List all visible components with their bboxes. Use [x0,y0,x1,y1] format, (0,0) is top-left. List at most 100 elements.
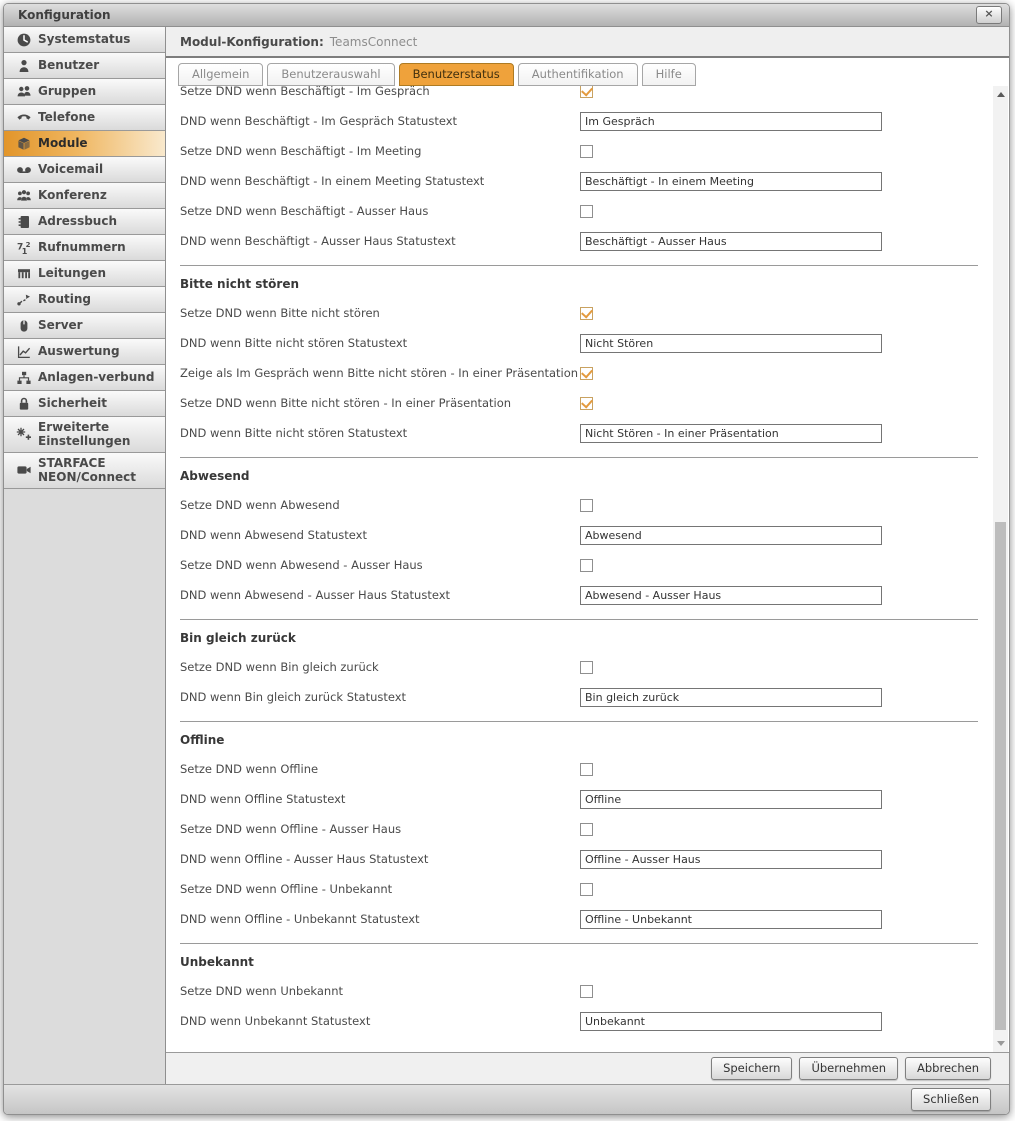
tab-bar: AllgemeinBenutzerauswahlBenutzerstatusAu… [166,58,1009,86]
chart-icon [10,344,38,360]
form-row: Setze DND wenn Abwesend - Ausser Haus [180,550,992,580]
form-row: DND wenn Abwesend - Ausser Haus Statuste… [180,580,992,610]
conference-icon [10,188,38,204]
sidebar-item-gruppen[interactable]: Gruppen [4,79,165,105]
text-input[interactable] [580,910,882,929]
cube-icon [10,136,38,152]
user-icon [10,58,38,74]
form-row: Setze DND wenn Bitte nicht stören - In e… [180,388,992,418]
checkbox[interactable] [580,763,593,776]
sidebar-item-sicherheit[interactable]: Sicherheit [4,391,165,417]
close-window-button[interactable]: Schließen [911,1088,991,1111]
window-bottom-bar: Schließen [4,1084,1009,1114]
text-input[interactable] [580,586,882,605]
form-row: Setze DND wenn Unbekannt [180,976,992,1006]
tab-authentifikation[interactable]: Authentifikation [518,63,638,86]
sidebar-item-starface-neon-connect[interactable]: STARFACE NEON/Connect [4,453,165,489]
sidebar-item-telefone[interactable]: Telefone [4,105,165,131]
sidebar-item-server[interactable]: Server [4,313,165,339]
section-divider [180,721,978,722]
checkbox[interactable] [580,367,593,380]
sidebar-item-rufnummern[interactable]: 712Rufnummern [4,235,165,261]
configuration-window: Konfiguration × SystemstatusBenutzer Grup… [3,3,1010,1115]
clock-icon [10,32,38,48]
form-row: DND wenn Unbekannt Statustext [180,1006,992,1036]
save-button[interactable]: Speichern [711,1057,792,1080]
checkbox[interactable] [580,883,593,896]
sidebar-item-erweiterte-einstellungen[interactable]: Erweiterte Einstellungen [4,417,165,453]
field-label: DND wenn Offline - Unbekannt Statustext [180,912,580,926]
sidebar-item-label: Voicemail [38,162,103,176]
text-input[interactable] [580,688,882,707]
close-icon[interactable]: × [976,6,1002,24]
checkbox[interactable] [580,661,593,674]
field-label: Setze DND wenn Beschäftigt - Ausser Haus [180,204,580,218]
field-label: DND wenn Abwesend Statustext [180,528,580,542]
form-row: DND wenn Abwesend Statustext [180,520,992,550]
form-row: DND wenn Beschäftigt - In einem Meeting … [180,166,992,196]
route-icon [10,292,38,308]
checkbox[interactable] [580,397,593,410]
sidebar-item-adressbuch[interactable]: Adressbuch [4,209,165,235]
sidebar-item-voicemail[interactable]: Voicemail [4,157,165,183]
checkbox[interactable] [580,145,593,158]
tab-benutzerstatus[interactable]: Benutzerstatus [399,63,514,86]
sidebar-item-konferenz[interactable]: Konferenz [4,183,165,209]
sidebar-item-label: Gruppen [38,84,96,98]
sidebar-item-auswertung[interactable]: Auswertung [4,339,165,365]
vertical-scrollbar[interactable] [993,86,1008,1052]
checkbox[interactable] [580,499,593,512]
field-label: DND wenn Unbekannt Statustext [180,1014,580,1028]
scrollbar-thumb[interactable] [995,522,1006,1030]
sidebar-item-systemstatus[interactable]: Systemstatus [4,27,165,53]
text-input[interactable] [580,526,882,545]
field-label: DND wenn Beschäftigt - Ausser Haus Statu… [180,234,580,248]
scroll-up-icon[interactable] [993,87,1008,102]
field-label: Setze DND wenn Abwesend - Ausser Haus [180,558,580,572]
checkbox[interactable] [580,86,593,98]
title-bar: Konfiguration × [4,4,1009,27]
sidebar-item-leitungen[interactable]: Leitungen [4,261,165,287]
sidebar-item-module[interactable]: Module [4,131,165,157]
tab-hilfe[interactable]: Hilfe [642,63,696,86]
form-row: Zeige als Im Gespräch wenn Bitte nicht s… [180,358,992,388]
sidebar-item-label: Erweiterte Einstellungen [38,420,163,449]
advanced-icon [10,426,38,442]
checkbox[interactable] [580,307,593,320]
sidebar-item-benutzer[interactable]: Benutzer [4,53,165,79]
text-input[interactable] [580,1012,882,1031]
field-label: Setze DND wenn Unbekannt [180,984,580,998]
text-input[interactable] [580,112,882,131]
module-header: Modul-Konfiguration: TeamsConnect [166,27,1009,58]
checkbox[interactable] [580,559,593,572]
tab-benutzerauswahl[interactable]: Benutzerauswahl [267,63,394,86]
checkbox[interactable] [580,205,593,218]
text-input[interactable] [580,334,882,353]
tab-allgemein[interactable]: Allgemein [178,63,263,86]
field-label: Setze DND wenn Offline - Ausser Haus [180,822,580,836]
sidebar-item-label: Adressbuch [38,214,117,228]
lock-icon [10,396,38,412]
sidebar-item-routing[interactable]: Routing [4,287,165,313]
sidebar-item-anlagen-verbund[interactable]: Anlagen-verbund [4,365,165,391]
sidebar-item-label: Rufnummern [38,240,126,254]
text-input[interactable] [580,850,882,869]
scroll-down-icon[interactable] [993,1036,1008,1051]
field-label: Setze DND wenn Beschäftigt - Im Gespräch [180,86,580,98]
text-input[interactable] [580,424,882,443]
sidebar-item-label: Sicherheit [38,396,107,410]
text-input[interactable] [580,172,882,191]
sidebar-item-label: Auswertung [38,344,120,358]
sidebar-filler [4,489,165,1084]
cancel-button[interactable]: Abbrechen [905,1057,991,1080]
form-row: Setze DND wenn Beschäftigt - Im Meeting [180,136,992,166]
checkbox[interactable] [580,823,593,836]
text-input[interactable] [580,232,882,251]
field-label: DND wenn Beschäftigt - Im Gespräch Statu… [180,114,580,128]
form-row: DND wenn Offline Statustext [180,784,992,814]
sidebar-item-label: Server [38,318,83,332]
apply-button[interactable]: Übernehmen [799,1057,898,1080]
checkbox[interactable] [580,985,593,998]
form-row: DND wenn Bitte nicht stören Statustext [180,328,992,358]
text-input[interactable] [580,790,882,809]
